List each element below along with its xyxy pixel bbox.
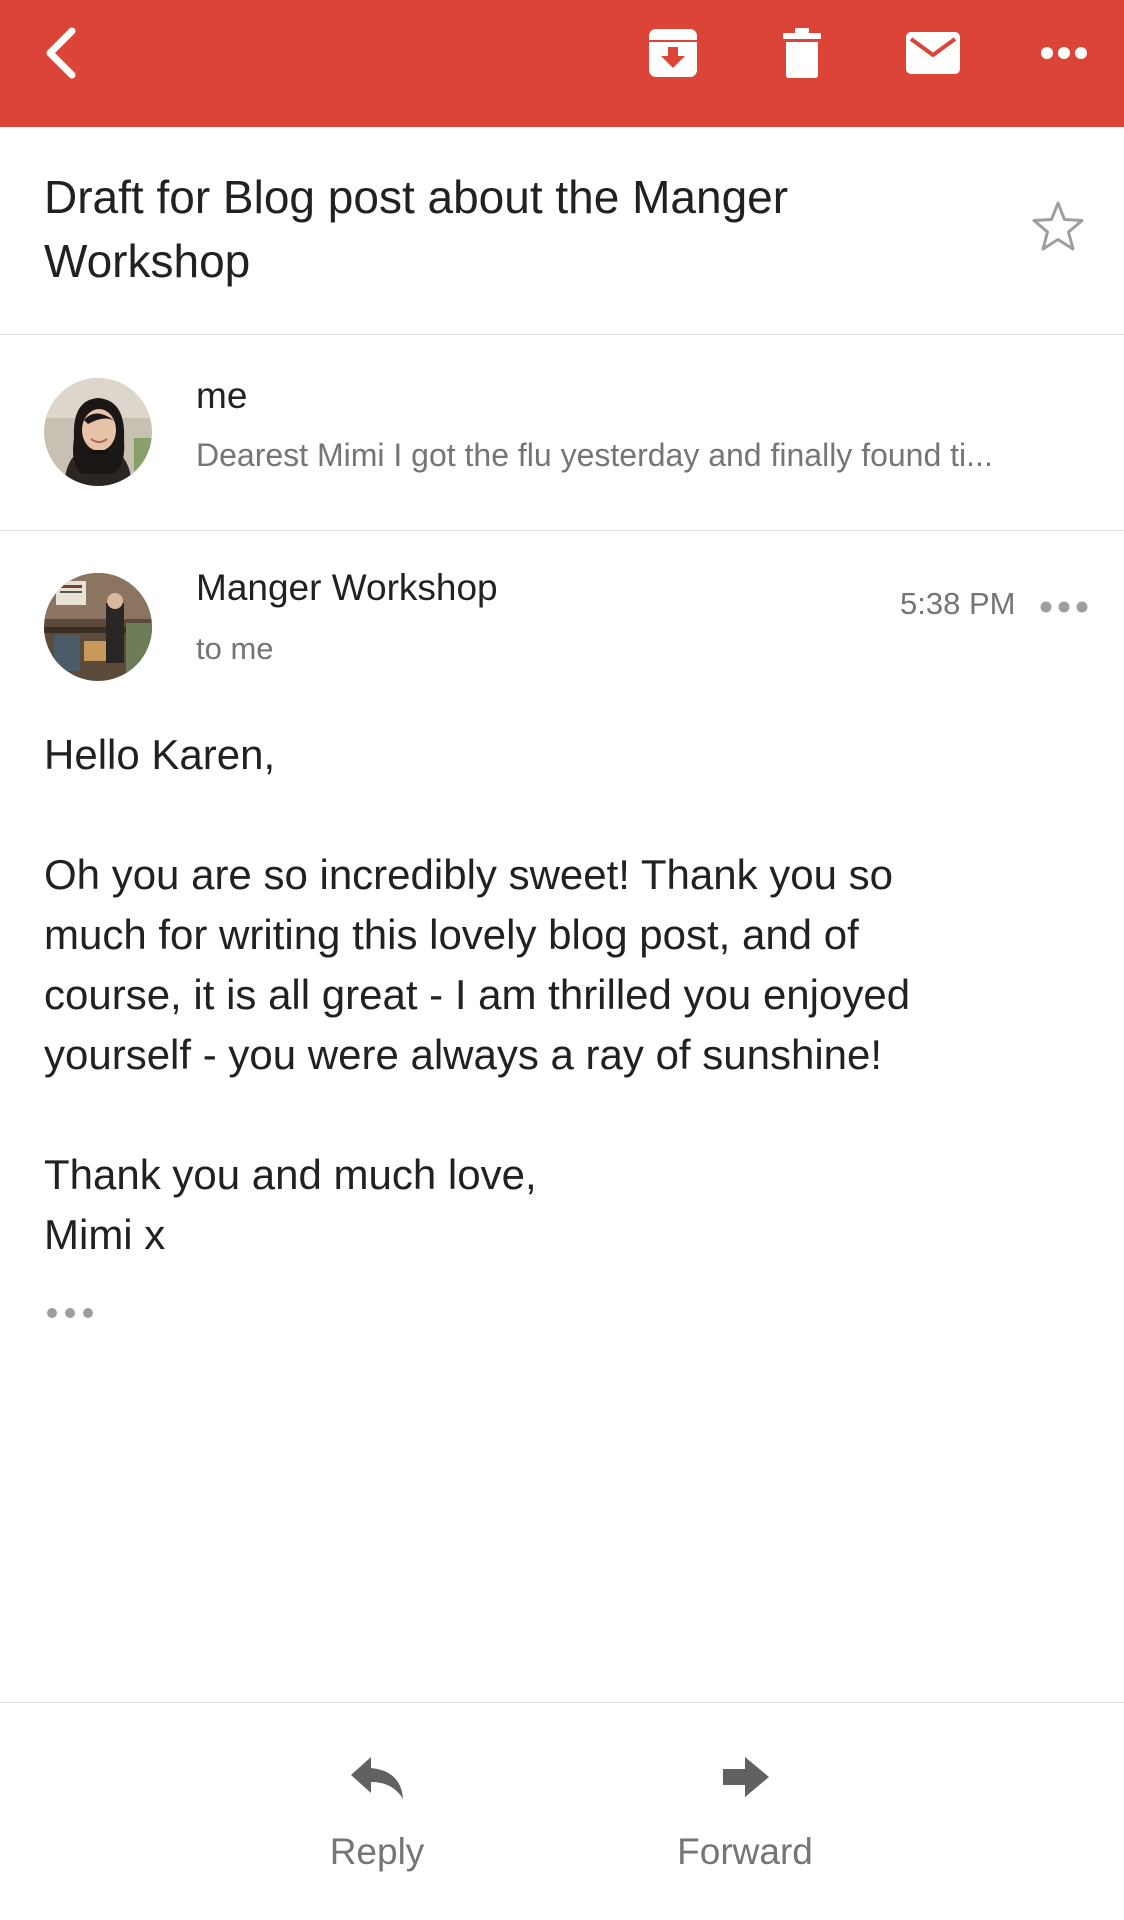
message-time: 5:38 PM [900, 586, 1016, 621]
email-view: Draft for Blog post about the Manger Wor… [0, 0, 1124, 1920]
recipient-details[interactable]: to me [196, 631, 274, 667]
avatar [44, 573, 152, 681]
email-subject: Draft for Blog post about the Manger Wor… [44, 171, 789, 287]
more-options-button[interactable] [1024, 0, 1104, 105]
forward-icon [723, 1757, 769, 1797]
more-horizontal-icon [1040, 601, 1088, 613]
body-line: Oh you are so incredibly sweet! Thank yo… [44, 851, 894, 898]
star-button[interactable] [1030, 199, 1094, 263]
envelope-icon [906, 31, 960, 74]
bottom-action-bar: Reply Forward [0, 1702, 1124, 1920]
back-button[interactable] [20, 0, 100, 105]
star-outline-icon [1032, 201, 1084, 251]
collapsed-sender: me [196, 375, 248, 416]
reply-label: Reply [329, 1831, 425, 1872]
message-body: Hello Karen, Oh you are so incredibly sw… [44, 725, 1084, 1265]
closing: Thank you and much love, [44, 1151, 537, 1198]
avatar [44, 378, 152, 486]
body-line: course, it is all great - I am thrilled … [44, 971, 911, 1018]
reply-icon [351, 1757, 403, 1799]
body-line: yourself - you were always a ray of suns… [44, 1031, 883, 1078]
show-trimmed-content-button[interactable] [44, 1300, 96, 1326]
archive-button[interactable] [630, 0, 716, 105]
signature: Mimi x [44, 1211, 166, 1258]
delete-button[interactable] [762, 0, 842, 105]
greeting: Hello Karen, [44, 731, 276, 778]
top-app-bar [0, 0, 1124, 127]
more-horizontal-icon [47, 1308, 93, 1318]
forward-button[interactable]: Forward [615, 1703, 875, 1920]
forward-label: Forward [677, 1831, 813, 1872]
mark-unread-button[interactable] [888, 0, 978, 105]
more-horizontal-icon [1041, 46, 1087, 59]
message-more-button[interactable] [1038, 589, 1090, 625]
collapsed-message[interactable]: me Dearest Mimi I got the flu yesterday … [0, 335, 1124, 531]
chevron-left-icon [46, 27, 76, 78]
message-snippet: Dearest Mimi I got the flu yesterday and… [196, 437, 993, 473]
subject-row: Draft for Blog post about the Manger Wor… [0, 127, 1124, 335]
message-header: Manger Workshop to me 5:38 PM [0, 531, 1124, 701]
trash-icon [783, 27, 821, 78]
body-line: much for writing this lovely blog post, … [44, 911, 859, 958]
sender-name: Manger Workshop [196, 567, 498, 608]
archive-icon [649, 28, 697, 77]
reply-button[interactable]: Reply [247, 1703, 507, 1920]
